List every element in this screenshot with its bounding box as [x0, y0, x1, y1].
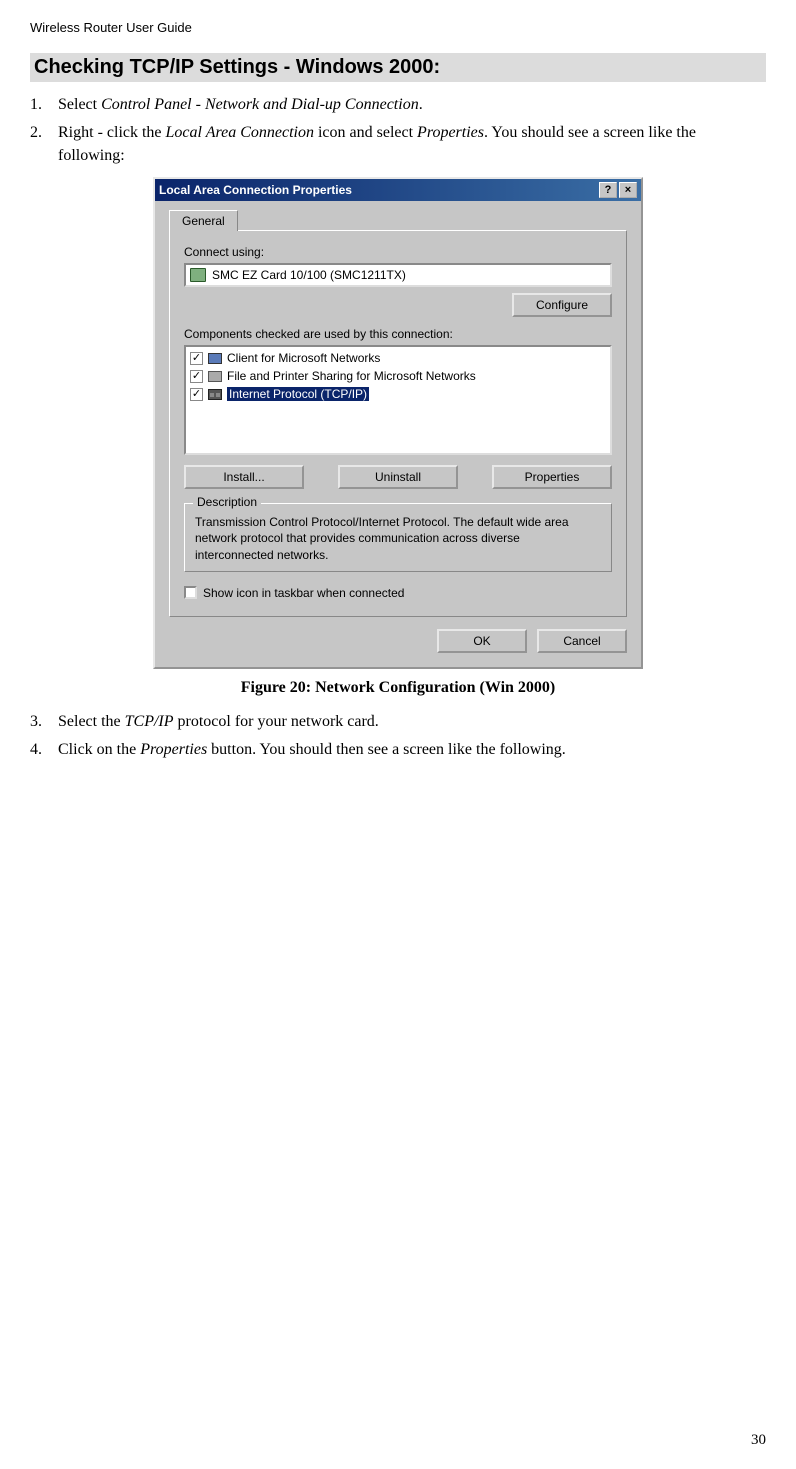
step-num: 1.: [30, 94, 58, 116]
list-item-label: Client for Microsoft Networks: [227, 351, 380, 365]
step-2: 2. Right - click the Local Area Connecti…: [30, 122, 766, 167]
figure-caption: Figure 20: Network Configuration (Win 20…: [30, 679, 766, 697]
step-3: 3. Select the TCP/IP protocol for your n…: [30, 711, 766, 733]
install-button[interactable]: Install...: [184, 465, 304, 489]
checkbox-icon[interactable]: ✓: [190, 388, 203, 401]
components-label: Components checked are used by this conn…: [184, 327, 612, 341]
description-legend: Description: [193, 495, 261, 509]
dialog-body: General Connect using: SMC EZ Card 10/10…: [155, 201, 641, 629]
step-num: 4.: [30, 739, 58, 761]
description-text: Transmission Control Protocol/Internet P…: [195, 514, 601, 563]
components-listbox[interactable]: ✓ Client for Microsoft Networks ✓ File a…: [184, 345, 612, 455]
close-button[interactable]: ×: [619, 182, 637, 198]
steps-list-2: 3. Select the TCP/IP protocol for your n…: [30, 711, 766, 762]
step-4: 4. Click on the Properties button. You s…: [30, 739, 766, 761]
client-icon: [207, 350, 223, 366]
configure-button[interactable]: Configure: [512, 293, 612, 317]
nic-icon: [190, 268, 206, 282]
step-num: 3.: [30, 711, 58, 733]
dialog-footer: OK Cancel: [155, 629, 641, 667]
list-item-label: File and Printer Sharing for Microsoft N…: [227, 369, 476, 383]
page-number: 30: [751, 1432, 766, 1449]
ok-button[interactable]: OK: [437, 629, 527, 653]
button-row: Install... Uninstall Properties: [184, 465, 612, 489]
cancel-button[interactable]: Cancel: [537, 629, 627, 653]
nic-textbox[interactable]: SMC EZ Card 10/100 (SMC1211TX): [184, 263, 612, 287]
list-item[interactable]: ✓ File and Printer Sharing for Microsoft…: [188, 367, 608, 385]
uninstall-button[interactable]: Uninstall: [338, 465, 458, 489]
list-item-label-selected: Internet Protocol (TCP/IP): [227, 387, 369, 401]
tab-general[interactable]: General: [169, 210, 238, 231]
step-text: Select the TCP/IP protocol for your netw…: [58, 711, 766, 733]
titlebar-buttons: ? ×: [599, 182, 637, 198]
titlebar: Local Area Connection Properties ? ×: [155, 179, 641, 201]
step-text: Select Control Panel - Network and Dial-…: [58, 94, 766, 116]
show-icon-label: Show icon in taskbar when connected: [203, 586, 404, 600]
doc-header: Wireless Router User Guide: [30, 20, 766, 35]
list-item[interactable]: ✓ Client for Microsoft Networks: [188, 349, 608, 367]
checkbox-icon[interactable]: ✓: [190, 352, 203, 365]
step-1: 1. Select Control Panel - Network and Di…: [30, 94, 766, 116]
checkbox-icon[interactable]: [184, 586, 197, 599]
dialog-title: Local Area Connection Properties: [159, 183, 599, 197]
checkbox-icon[interactable]: ✓: [190, 370, 203, 383]
help-button[interactable]: ?: [599, 182, 617, 198]
properties-button[interactable]: Properties: [492, 465, 612, 489]
dialog-container: Local Area Connection Properties ? × Gen…: [30, 177, 766, 669]
configure-row: Configure: [184, 293, 612, 317]
show-icon-row[interactable]: Show icon in taskbar when connected: [184, 586, 612, 600]
network-icon: [207, 386, 223, 402]
connect-using-label: Connect using:: [184, 245, 612, 259]
properties-dialog: Local Area Connection Properties ? × Gen…: [153, 177, 643, 669]
tab-row: General: [169, 209, 627, 230]
steps-list: 1. Select Control Panel - Network and Di…: [30, 94, 766, 167]
description-fieldset: Description Transmission Control Protoco…: [184, 503, 612, 572]
nic-name: SMC EZ Card 10/100 (SMC1211TX): [212, 268, 406, 282]
printer-icon: [207, 368, 223, 384]
step-text: Right - click the Local Area Connection …: [58, 122, 766, 167]
step-text: Click on the Properties button. You shou…: [58, 739, 766, 761]
step-num: 2.: [30, 122, 58, 167]
section-title: Checking TCP/IP Settings - Windows 2000:: [30, 53, 766, 82]
tab-panel: Connect using: SMC EZ Card 10/100 (SMC12…: [169, 230, 627, 617]
list-item[interactable]: ✓ Internet Protocol (TCP/IP): [188, 385, 608, 403]
